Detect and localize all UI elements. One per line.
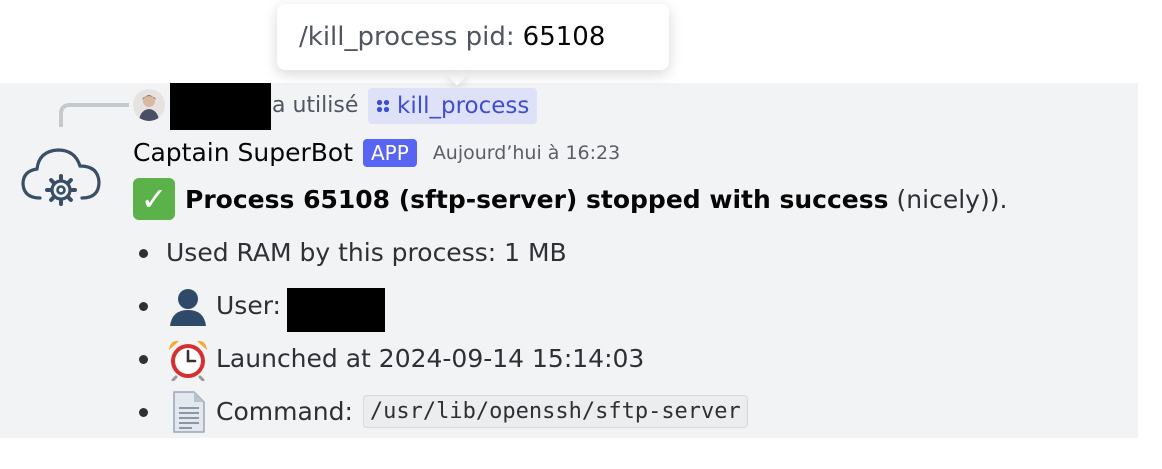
list-item-command: Command: /usr/lib/openssh/sftp-server [136,385,748,438]
message-header: Captain SuperBot APP Aujourd’hui à 16:23 [133,138,620,167]
launched-text: Launched at 2024-09-14 15:14:03 [216,344,645,373]
redacted-username [170,83,271,130]
alarm-clock-icon [166,337,210,381]
bust-silhouette-icon [166,284,210,328]
user-avatar[interactable] [133,89,165,121]
details-list: Used RAM by this process: 1 MB User: Lau… [136,226,748,438]
bot-name[interactable]: Captain SuperBot [133,138,353,167]
cloud-gear-icon [21,148,101,206]
user-label: User: [216,291,281,320]
list-item-user: User: [136,279,748,332]
status-line: ✓ Process 65108 (sftp-server) stopped wi… [133,178,1007,220]
list-item-launched: Launched at 2024-09-14 15:14:03 [136,332,748,385]
app-badge: APP [363,138,417,167]
tooltip-command: /kill_process pid: [299,22,515,52]
white-check-mark-icon: ✓ [133,178,175,220]
command-code: /usr/lib/openssh/sftp-server [362,395,748,428]
redacted-user-value [286,287,385,332]
reply-connector [59,103,129,127]
bot-avatar[interactable] [20,140,102,212]
command-label: Command: [216,397,353,426]
used-command-text: a utilisé [272,93,359,118]
ram-text: Used RAM by this process: 1 MB [166,238,567,267]
command-mention[interactable]: kill_process [368,88,538,124]
slash-command-icon [376,99,390,113]
command-tooltip: /kill_process pid: 65108 [277,4,669,70]
tooltip-pid-value: 65108 [522,22,606,52]
status-bold-text: Process 65108 (sftp-server) stopped with… [185,184,889,214]
message-timestamp[interactable]: Aujourd’hui à 16:23 [433,142,620,164]
page-facing-up-icon [166,390,210,434]
status-trail-text: (nicely)). [896,184,1008,214]
command-mention-label: kill_process [397,93,530,119]
list-item-ram: Used RAM by this process: 1 MB [136,226,748,279]
